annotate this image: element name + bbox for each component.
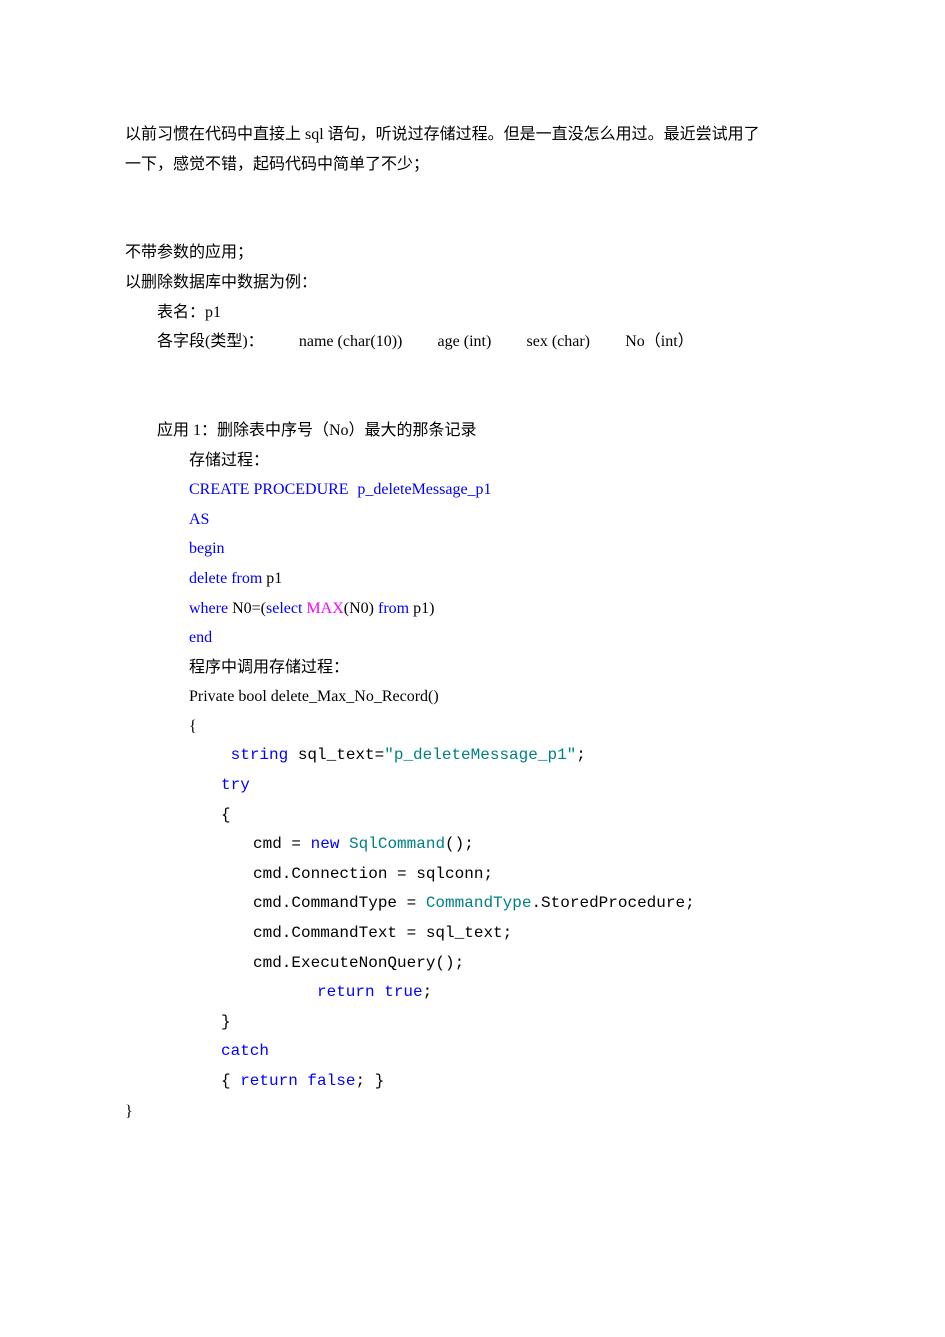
kw-new: new bbox=[311, 835, 340, 853]
catch-close: ; } bbox=[355, 1072, 384, 1090]
string-literal: "p_deleteMessage_p1" bbox=[384, 746, 576, 764]
outer-brace-close: } bbox=[125, 1097, 820, 1127]
kw-return2: return bbox=[240, 1072, 298, 1090]
semi2: ; bbox=[423, 983, 433, 1001]
tbl-p1: p1 bbox=[266, 570, 282, 587]
code-vardecl: string sql_text="p_deleteMessage_p1"; bbox=[125, 741, 820, 771]
field-name: name (char(10)) bbox=[299, 333, 403, 350]
kw-false: false bbox=[307, 1072, 355, 1090]
field-sex: sex (char) bbox=[526, 333, 590, 350]
table-name: 表名：p1 bbox=[125, 298, 820, 328]
sql-delete: delete from p1 bbox=[125, 564, 820, 594]
try-brace-close: } bbox=[125, 1008, 820, 1038]
blank-line bbox=[125, 209, 820, 239]
fields-label: 各字段(类型)： bbox=[157, 333, 264, 350]
kw-begin: begin bbox=[125, 534, 820, 564]
cmd-type-lhs: cmd.CommandType = bbox=[253, 894, 426, 912]
sqlcommand-tail: (); bbox=[445, 835, 474, 853]
brace-open: { bbox=[125, 712, 820, 742]
blank-line bbox=[125, 357, 820, 387]
cmd-lhs: cmd = bbox=[253, 835, 311, 853]
proc-label: 存储过程： bbox=[125, 446, 820, 476]
code-cmd-new: cmd = new SqlCommand(); bbox=[125, 830, 820, 860]
cmd-type-rhs: .StoredProcedure; bbox=[531, 894, 694, 912]
sql-n0eq: N0=( bbox=[232, 600, 266, 617]
kw-as: AS bbox=[125, 505, 820, 535]
kw-create-procedure: CREATE PROCEDURE bbox=[189, 481, 349, 498]
proc-name: p_deleteMessage_p1 bbox=[357, 481, 491, 498]
app1-title: 应用 1：删除表中序号（No）最大的那条记录 bbox=[125, 416, 820, 446]
intro-line-1: 以前习惯在代码中直接上 sql 语句，听说过存储过程。但是一直没怎么用过。最近尝… bbox=[125, 120, 820, 150]
fields-row: 各字段(类型)： name (char(10)) age (int) sex (cha… bbox=[125, 327, 820, 357]
catch-open: { bbox=[221, 1072, 240, 1090]
var-name: sql_text= bbox=[288, 746, 384, 764]
blank-line bbox=[125, 386, 820, 416]
kw-where: where bbox=[189, 600, 232, 617]
kw-delete-from: delete from bbox=[189, 570, 266, 587]
kw-try: try bbox=[125, 771, 820, 801]
kw-end: end bbox=[125, 623, 820, 653]
type-commandtype: CommandType bbox=[426, 894, 532, 912]
sql-where: where N0=(select MAX(N0) from p1) bbox=[125, 594, 820, 624]
sql-maxarg: (N0) bbox=[344, 600, 378, 617]
kw-true: true bbox=[384, 983, 422, 1001]
field-age: age (int) bbox=[438, 333, 492, 350]
sql-create: CREATE PROCEDURE p_deleteMessage_p1 bbox=[125, 475, 820, 505]
kw-catch: catch bbox=[125, 1037, 820, 1067]
code-sig: Private bool delete_Max_No_Record() bbox=[125, 682, 820, 712]
code-cmd-type: cmd.CommandType = CommandType.StoredProc… bbox=[125, 889, 820, 919]
kw-return: return bbox=[317, 983, 375, 1001]
kw-from: from bbox=[378, 600, 413, 617]
field-no: No（int） bbox=[625, 333, 693, 350]
code-cmd-text: cmd.CommandText = sql_text; bbox=[125, 919, 820, 949]
code-return-true: return true; bbox=[125, 978, 820, 1008]
code-cmd-conn: cmd.Connection = sqlconn; bbox=[125, 860, 820, 890]
blank-line bbox=[125, 179, 820, 209]
document-body: 以前习惯在代码中直接上 sql 语句，听说过存储过程。但是一直没怎么用过。最近尝… bbox=[125, 120, 820, 1126]
try-brace-open: { bbox=[125, 801, 820, 831]
code-cmd-exec: cmd.ExecuteNonQuery(); bbox=[125, 949, 820, 979]
example-intro: 以删除数据库中数据为例： bbox=[125, 268, 820, 298]
call-label: 程序中调用存储过程： bbox=[125, 653, 820, 683]
sql-from-table: p1) bbox=[413, 600, 434, 617]
semi: ; bbox=[576, 746, 586, 764]
kw-select: select bbox=[266, 600, 306, 617]
fn-max: MAX bbox=[306, 600, 343, 617]
section-noparam-title: 不带参数的应用； bbox=[125, 238, 820, 268]
intro-line-2: 一下，感觉不错，起码代码中简单了不少； bbox=[125, 150, 820, 180]
kw-string: string bbox=[231, 746, 289, 764]
catch-body: { return false; } bbox=[125, 1067, 820, 1097]
type-sqlcommand: SqlCommand bbox=[349, 835, 445, 853]
